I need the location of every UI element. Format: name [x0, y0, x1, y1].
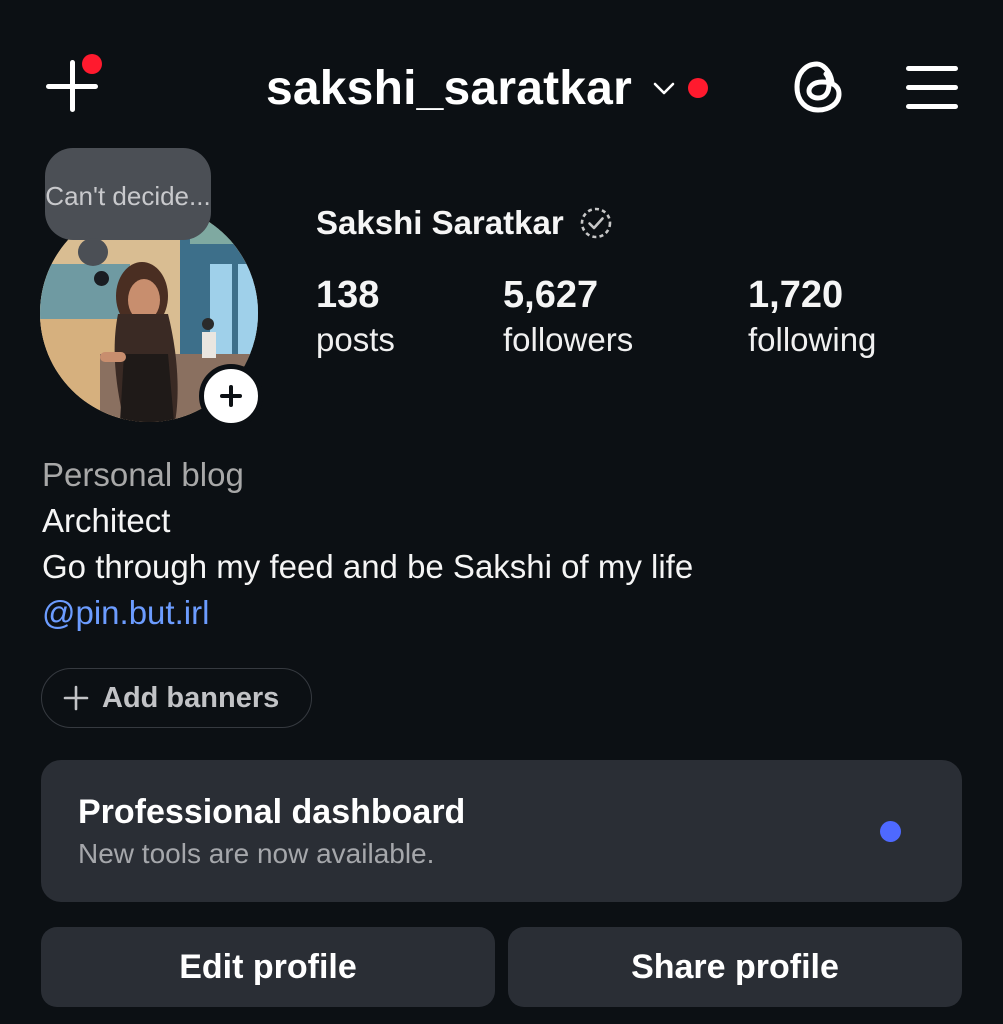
- chevron-down-icon: [653, 82, 675, 95]
- profile-screen: sakshi_saratkar Can't decide... Sakshi S…: [0, 0, 1003, 1024]
- add-banners-label: Add banners: [102, 681, 280, 714]
- threads-button[interactable]: [792, 58, 846, 116]
- share-profile-button[interactable]: Share profile: [508, 927, 962, 1007]
- account-switcher[interactable]: sakshi_saratkar: [266, 58, 708, 118]
- dashed-verified-badge-icon[interactable]: [578, 205, 614, 241]
- bio-category: Personal blog: [42, 456, 244, 493]
- professional-dashboard-card[interactable]: Professional dashboard New tools are now…: [41, 760, 962, 902]
- following-count[interactable]: 1,720 following: [748, 272, 876, 362]
- posts-count[interactable]: 138 posts: [316, 272, 395, 362]
- bio-link[interactable]: @pin.but.irl: [42, 590, 693, 636]
- add-banners-button[interactable]: Add banners: [41, 668, 312, 728]
- dashboard-subtitle: New tools are now available.: [78, 838, 435, 869]
- bio-line: Architect: [42, 502, 171, 539]
- plus-icon: [63, 685, 89, 711]
- notification-dot: [82, 54, 102, 74]
- dashboard-title: Professional dashboard: [78, 793, 466, 831]
- new-indicator-dot: [880, 821, 901, 842]
- username: sakshi_saratkar: [266, 61, 632, 115]
- edit-profile-button[interactable]: Edit profile: [41, 927, 495, 1007]
- bio: Personal blog Architect Go through my fe…: [42, 452, 693, 636]
- note-bubble[interactable]: Can't decide...: [45, 148, 211, 240]
- menu-button[interactable]: [906, 66, 958, 110]
- followers-count[interactable]: 5,627 followers: [503, 272, 633, 362]
- notification-dot: [687, 78, 708, 98]
- add-story-button[interactable]: [199, 364, 263, 428]
- full-name: Sakshi Saratkar: [316, 204, 564, 241]
- full-name-row: Sakshi Saratkar: [316, 204, 614, 242]
- hamburger-menu-icon: [906, 66, 958, 71]
- bio-line: Go through my feed and be Sakshi of my l…: [42, 548, 694, 585]
- threads-icon: [794, 61, 842, 113]
